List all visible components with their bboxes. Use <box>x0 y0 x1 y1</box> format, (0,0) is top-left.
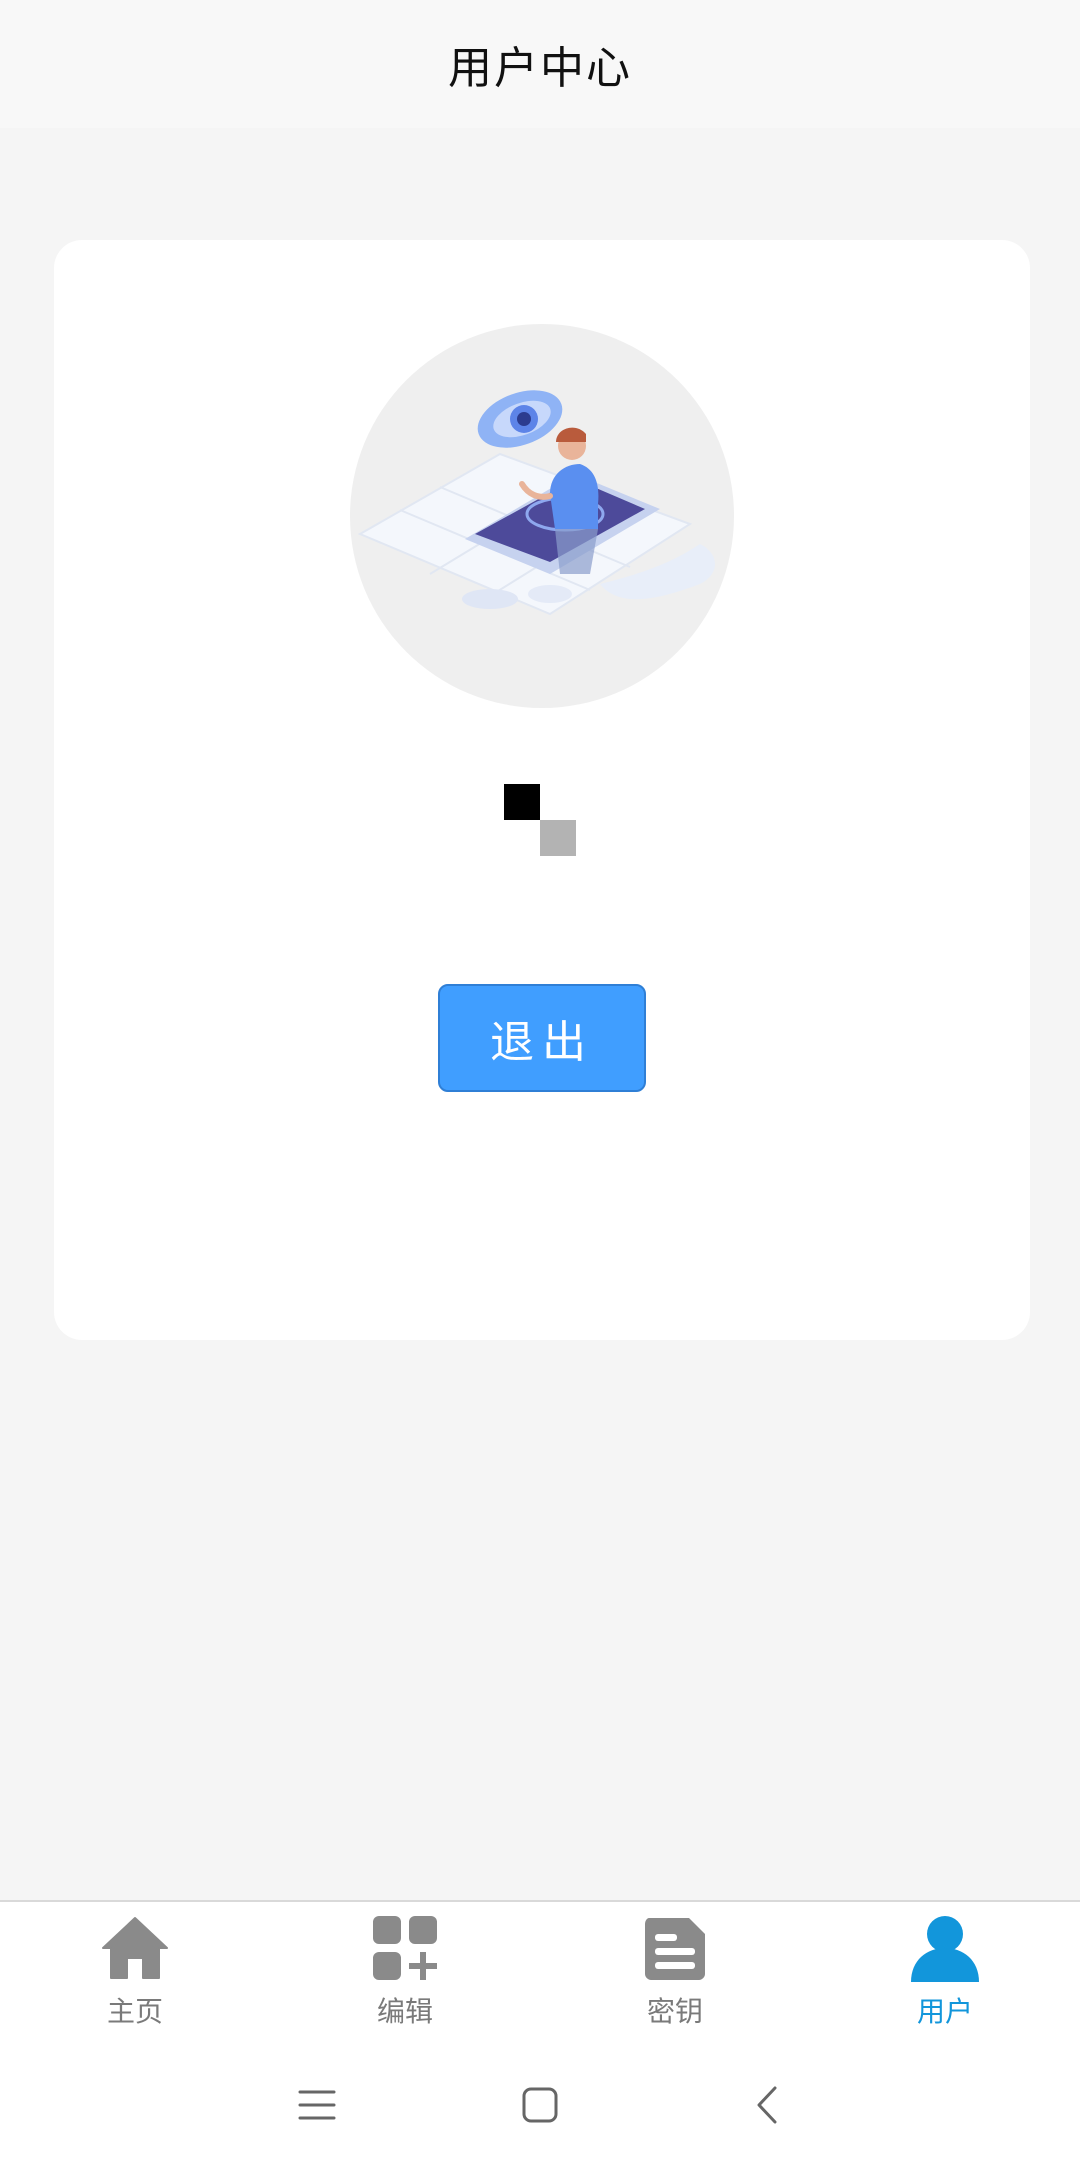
back-icon <box>757 2086 777 2124</box>
key-document-icon <box>645 1918 705 1980</box>
tab-user[interactable]: 用户 <box>810 1902 1080 2040</box>
face-recognition-illustration-icon <box>357 390 715 616</box>
page-title: 用户中心 <box>448 43 632 94</box>
system-navigation-bar <box>0 2040 1080 2169</box>
tab-home-label: 主页 <box>106 1995 163 2028</box>
user-icon <box>911 1916 979 1982</box>
tab-user-label: 用户 <box>916 1995 973 2028</box>
tab-edit-label: 编辑 <box>376 1995 433 2028</box>
username-placeholder-icon <box>504 784 576 856</box>
tab-keys-label: 密钥 <box>646 1995 703 2028</box>
system-back-button[interactable] <box>733 2070 803 2140</box>
profile-card: 退出 <box>54 240 1030 1340</box>
home-icon <box>102 1917 168 1979</box>
tab-edit[interactable]: 编辑 <box>270 1902 540 2040</box>
logout-button[interactable]: 退出 <box>438 984 646 1092</box>
system-menu-button[interactable] <box>282 2070 352 2140</box>
home-square-icon <box>522 2087 558 2123</box>
edit-grid-icon <box>373 1916 437 1980</box>
system-home-button[interactable] <box>505 2070 575 2140</box>
top-header: 用户中心 <box>0 0 1080 128</box>
bottom-tab-bar: 主页 编辑 密钥 用户 <box>0 1900 1080 2040</box>
user-center-screen: 用户中心 退出 主页 编辑 密钥 用户 <box>0 0 1080 2169</box>
avatar-illustration <box>350 324 734 708</box>
tab-home[interactable]: 主页 <box>0 1902 270 2040</box>
tab-keys[interactable]: 密钥 <box>540 1902 810 2040</box>
menu-icon <box>298 2090 336 2120</box>
